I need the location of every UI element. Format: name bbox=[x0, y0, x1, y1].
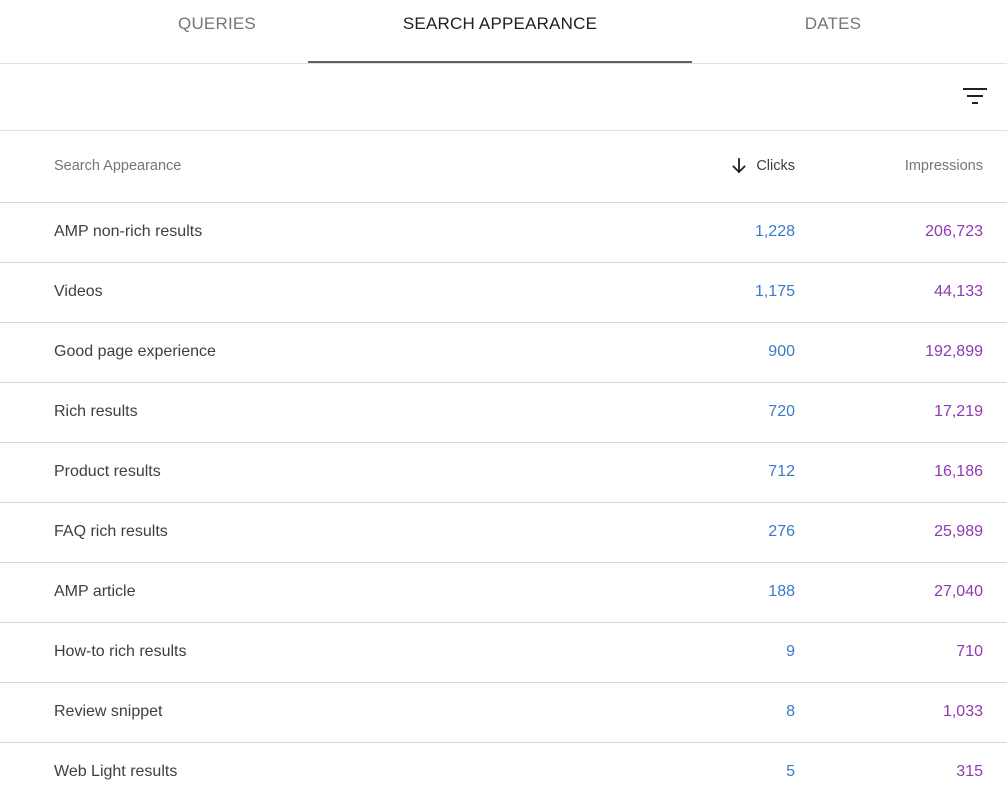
row-search-appearance: FAQ rich results bbox=[54, 523, 168, 540]
table-body: AMP non-rich results 1,228 206,723 Video… bbox=[0, 203, 1007, 801]
row-clicks: 9 bbox=[786, 643, 795, 660]
table-row[interactable]: FAQ rich results 276 25,989 bbox=[0, 503, 1007, 563]
table-row[interactable]: How-to rich results 9 710 bbox=[0, 623, 1007, 683]
column-header-search-appearance[interactable]: Search Appearance bbox=[54, 158, 181, 174]
row-search-appearance: Videos bbox=[54, 283, 103, 300]
tab-bar: QUERIES SEARCH APPEARANCE DATES bbox=[0, 0, 1007, 64]
row-clicks: 1,228 bbox=[754, 223, 795, 240]
tab-dates-label: DATES bbox=[804, 14, 862, 33]
row-search-appearance: Web Light results bbox=[54, 763, 178, 780]
row-clicks: 5 bbox=[786, 763, 795, 780]
row-impressions: 710 bbox=[956, 643, 983, 660]
column-header-impressions[interactable]: Impressions bbox=[905, 158, 983, 174]
row-clicks: 900 bbox=[768, 343, 795, 360]
filter-list-icon[interactable] bbox=[961, 82, 989, 110]
row-impressions: 44,133 bbox=[934, 283, 983, 300]
table-row[interactable]: Web Light results 5 315 bbox=[0, 743, 1007, 801]
tab-search-appearance-label: SEARCH APPEARANCE bbox=[402, 14, 598, 33]
row-clicks: 276 bbox=[768, 523, 795, 540]
row-clicks: 1,175 bbox=[754, 283, 795, 300]
table-toolbar bbox=[0, 64, 1007, 131]
tab-queries[interactable]: QUERIES bbox=[90, 0, 344, 63]
row-clicks: 720 bbox=[768, 403, 795, 420]
row-search-appearance: How-to rich results bbox=[54, 643, 187, 660]
tab-dates[interactable]: DATES bbox=[700, 0, 966, 63]
row-impressions: 315 bbox=[956, 763, 983, 780]
row-search-appearance: AMP non-rich results bbox=[54, 223, 203, 240]
table-row[interactable]: Product results 712 16,186 bbox=[0, 443, 1007, 503]
row-search-appearance: Product results bbox=[54, 463, 161, 480]
tab-search-appearance[interactable]: SEARCH APPEARANCE bbox=[308, 0, 692, 63]
table-row[interactable]: AMP non-rich results 1,228 206,723 bbox=[0, 203, 1007, 263]
row-search-appearance: Rich results bbox=[54, 403, 138, 420]
row-impressions: 25,989 bbox=[934, 523, 983, 540]
row-impressions: 27,040 bbox=[934, 583, 983, 600]
row-impressions: 206,723 bbox=[925, 223, 983, 240]
table-header: Search Appearance Clicks Impressions bbox=[0, 131, 1007, 203]
column-header-clicks-label: Clicks bbox=[756, 158, 795, 174]
row-search-appearance: Review snippet bbox=[54, 703, 163, 720]
row-impressions: 192,899 bbox=[925, 343, 983, 360]
row-impressions: 17,219 bbox=[934, 403, 983, 420]
column-header-clicks[interactable]: Clicks bbox=[732, 158, 795, 174]
arrow-down-icon bbox=[732, 158, 747, 174]
row-search-appearance: Good page experience bbox=[54, 343, 216, 360]
row-impressions: 16,186 bbox=[934, 463, 983, 480]
table-row[interactable]: Good page experience 900 192,899 bbox=[0, 323, 1007, 383]
table-row[interactable]: Videos 1,175 44,133 bbox=[0, 263, 1007, 323]
row-clicks: 188 bbox=[768, 583, 795, 600]
table-row[interactable]: Rich results 720 17,219 bbox=[0, 383, 1007, 443]
table-row[interactable]: Review snippet 8 1,033 bbox=[0, 683, 1007, 743]
row-search-appearance: AMP article bbox=[54, 583, 136, 600]
row-clicks: 712 bbox=[768, 463, 795, 480]
row-impressions: 1,033 bbox=[942, 703, 983, 720]
table-row[interactable]: AMP article 188 27,040 bbox=[0, 563, 1007, 623]
tab-queries-label: QUERIES bbox=[178, 14, 256, 33]
row-clicks: 8 bbox=[786, 703, 795, 720]
